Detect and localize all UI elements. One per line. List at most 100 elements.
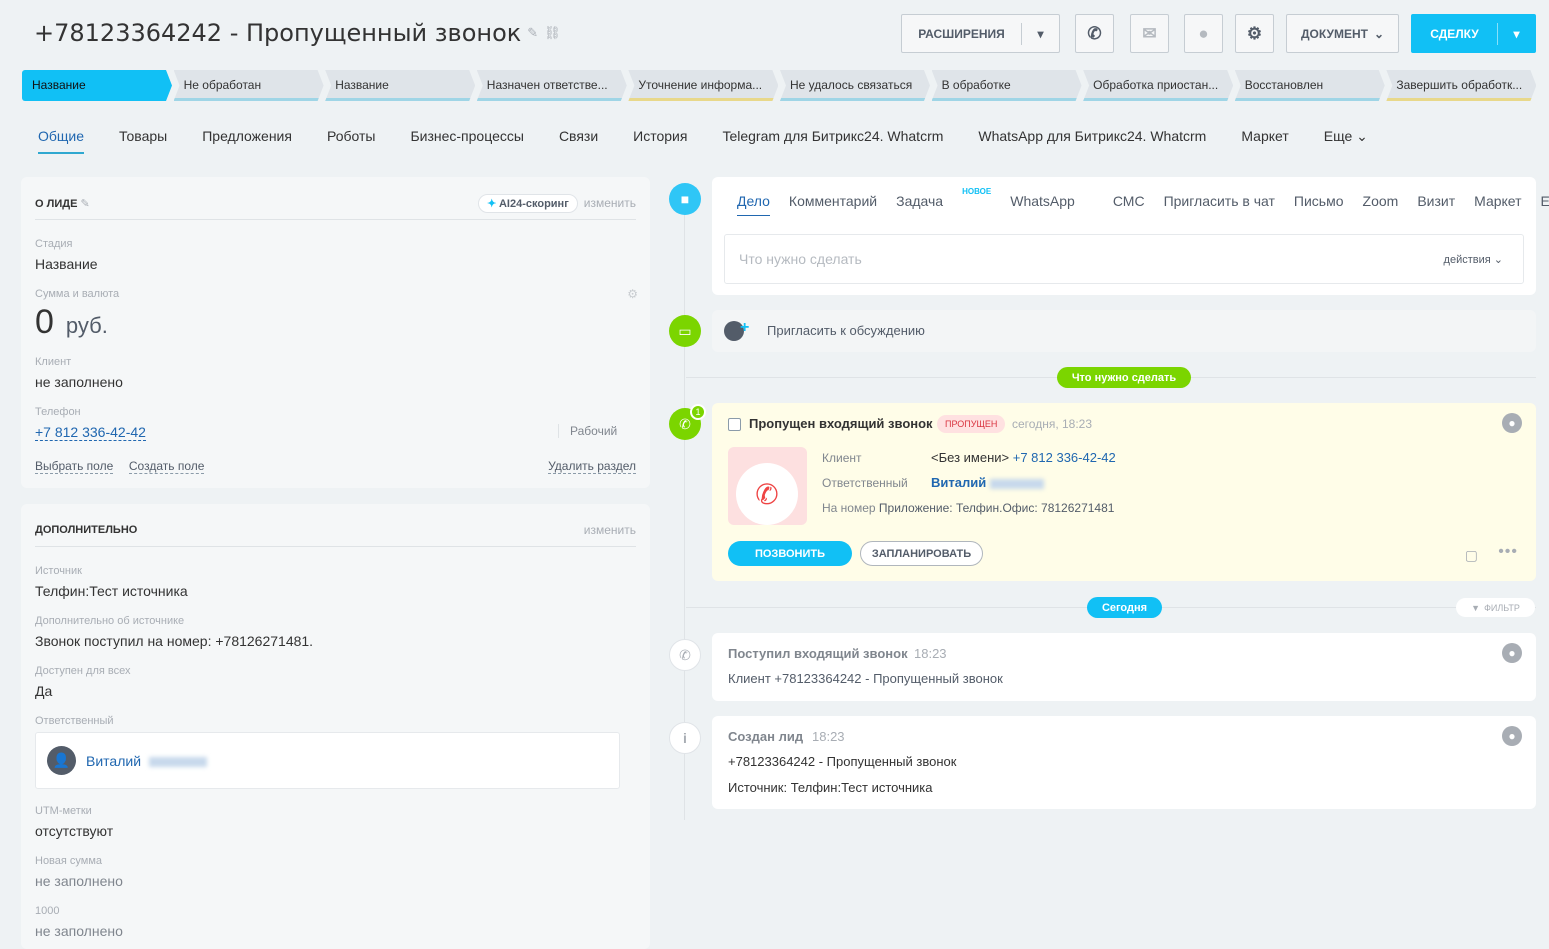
gear-icon[interactable]: ⚙ (1235, 14, 1274, 53)
tab-email[interactable]: Письмо (1294, 193, 1344, 216)
info-icon: i (669, 722, 701, 754)
field-1000-value[interactable]: не заполнено (35, 923, 123, 939)
responsible-name[interactable]: Виталий (86, 753, 207, 769)
edit-link[interactable]: изменить (584, 523, 636, 537)
tab-sms[interactable]: СМС (1113, 193, 1145, 216)
plan-button[interactable]: ЗАПЛАНИРОВАТЬ (860, 541, 983, 566)
source-value[interactable]: Телфин:Тест источника (35, 583, 188, 599)
client-value[interactable]: не заполнено (35, 374, 123, 390)
client-phone-link[interactable]: +7 812 336-42-42 (1013, 450, 1116, 465)
todo-pill: Что нужно сделать (1057, 367, 1191, 388)
call-button[interactable]: ПОЗВОНИТЬ (728, 541, 852, 566)
user-icon[interactable]: ● (1502, 413, 1522, 433)
tab-task[interactable]: Задача (896, 193, 943, 216)
tab-deal[interactable]: Дело (737, 193, 770, 216)
call-image: ✆ (728, 447, 807, 525)
phone-missed-icon: ✆ (736, 463, 798, 525)
stage-item[interactable]: Восстановлен (1235, 70, 1385, 101)
document-button[interactable]: ДОКУМЕНТ ⌄ (1286, 14, 1399, 53)
stage-item[interactable]: В обработке (932, 70, 1082, 101)
filter-button[interactable]: ▼ ФИЛЬТР (1456, 598, 1535, 617)
stage-bar: Название Не обработан Название Назначен … (22, 70, 1538, 101)
actions-dropdown[interactable]: действия ⌄ (1444, 253, 1503, 266)
stage-item[interactable]: Обработка приостан... (1083, 70, 1233, 101)
chevron-down-icon: ⌄ (1356, 128, 1368, 144)
tab-more[interactable]: Еще ⌄ (1541, 193, 1549, 216)
card-header: ДОПОЛНИТЕЛЬНО изменить (35, 514, 636, 547)
tab-offers[interactable]: Предложения (202, 128, 292, 154)
filter-icon: ▼ (1471, 602, 1481, 613)
mail-icon[interactable]: ✉ (1130, 14, 1169, 53)
tab-market[interactable]: Маркет (1241, 128, 1288, 154)
stage-item[interactable]: Завершить обработк... (1386, 70, 1536, 101)
available-value[interactable]: Да (35, 683, 52, 699)
edit-link[interactable]: изменить (584, 196, 636, 210)
tab-more[interactable]: Еще ⌄ (1324, 128, 1368, 154)
today-pill: Сегодня (1087, 597, 1162, 618)
more-icon[interactable]: ••• (1498, 543, 1518, 561)
tab-history[interactable]: История (633, 128, 687, 154)
select-field-link[interactable]: Выбрать поле (35, 459, 114, 474)
phone-type: Рабочий (558, 424, 617, 438)
count-badge: 1 (690, 404, 706, 420)
comment-icon: ▭ (669, 315, 701, 347)
tab-zoom[interactable]: Zoom (1363, 193, 1399, 216)
stage-item[interactable]: Не удалось связаться (780, 70, 930, 101)
pencil-icon[interactable]: ✎ (527, 26, 538, 41)
stage-item[interactable]: Не обработан (174, 70, 324, 101)
stage-value[interactable]: Название (35, 256, 98, 272)
chevron-down-icon: ⌄ (1373, 26, 1385, 41)
chat-icon[interactable]: ● (1184, 14, 1223, 53)
page-title: +78123364242 - Пропущенный звонок ✎ ⛓ (34, 19, 561, 47)
stage-item[interactable]: Уточнение информа... (628, 70, 778, 101)
avatar: 👤 (47, 746, 76, 775)
lead-created-card: Создан лид 18:23 +78123364242 - Пропущен… (712, 716, 1536, 809)
tab-whatsapp[interactable]: НОВОЕWhatsApp (962, 187, 1094, 216)
phone-icon: ✆ (669, 639, 701, 671)
tab-bizproc[interactable]: Бизнес-процессы (410, 128, 523, 154)
create-field-link[interactable]: Создать поле (128, 459, 205, 474)
create-deal-button[interactable]: СДЕЛКУ ▾ (1411, 14, 1536, 53)
pencil-icon[interactable]: ✎ (80, 198, 89, 210)
blurred-surname (989, 478, 1044, 489)
user-icon[interactable]: ● (1502, 643, 1522, 663)
tab-whatsapp[interactable]: WhatsApp для Битрикс24. Whatcrm (978, 128, 1206, 154)
incoming-call-card: Поступил входящий звонок 18:23 Клиент +7… (712, 633, 1536, 701)
gear-icon[interactable]: ⚙ (627, 287, 638, 301)
tab-robots[interactable]: Роботы (327, 128, 375, 154)
stage-item[interactable]: Название (22, 70, 172, 101)
stage-item[interactable]: Название (325, 70, 475, 101)
responsible-link[interactable]: Виталий (931, 475, 1044, 490)
link-icon[interactable]: ⛓ (544, 26, 561, 41)
source-more-value[interactable]: Звонок поступил на номер: +78126271481. (35, 633, 313, 649)
phone-link[interactable]: +7 812 336-42-42 (35, 424, 146, 441)
tab-products[interactable]: Товары (119, 128, 167, 154)
tab-telegram[interactable]: Telegram для Битрикс24. Whatcrm (722, 128, 943, 154)
chevron-down-icon[interactable]: ▾ (1021, 22, 1059, 45)
blurred-surname (148, 757, 207, 768)
extensions-button[interactable]: РАСШИРЕНИЯ ▾ (901, 14, 1060, 53)
phone-icon[interactable]: ✆ (1075, 14, 1114, 53)
activity-dot-icon: ■ (669, 183, 701, 215)
amount-value[interactable]: 0 руб. (35, 303, 108, 342)
utm-value[interactable]: отсутствуют (35, 823, 113, 839)
tab-invite-chat[interactable]: Пригласить в чат (1164, 193, 1275, 216)
chevron-down-icon: ⌄ (1493, 254, 1503, 266)
note-icon[interactable]: ▢ (1465, 547, 1478, 564)
stage-item[interactable]: Назначен ответстве... (477, 70, 627, 101)
responsible-box[interactable]: 👤 Виталий (35, 732, 620, 789)
tab-comment[interactable]: Комментарий (789, 193, 877, 216)
tab-market[interactable]: Маркет (1474, 193, 1521, 216)
user-icon[interactable]: ● (1502, 726, 1522, 746)
card-header: О ЛИДЕ ✎ ✦ AI24-скоринг изменить (35, 187, 636, 220)
todo-input[interactable]: Что нужно сделать действия ⌄ (724, 234, 1524, 284)
tab-visit[interactable]: Визит (1417, 193, 1455, 216)
tab-general[interactable]: Общие (38, 128, 85, 154)
new-sum-value[interactable]: не заполнено (35, 873, 123, 889)
ai-scoring-badge[interactable]: ✦ AI24-скоринг (478, 193, 578, 213)
invite-row[interactable]: + Пригласить к обсуждению (712, 310, 1536, 352)
chevron-down-icon[interactable]: ▾ (1497, 22, 1535, 45)
done-checkbox[interactable] (728, 418, 741, 431)
delete-section-link[interactable]: Удалить раздел (548, 459, 636, 474)
tab-links[interactable]: Связи (559, 128, 598, 154)
